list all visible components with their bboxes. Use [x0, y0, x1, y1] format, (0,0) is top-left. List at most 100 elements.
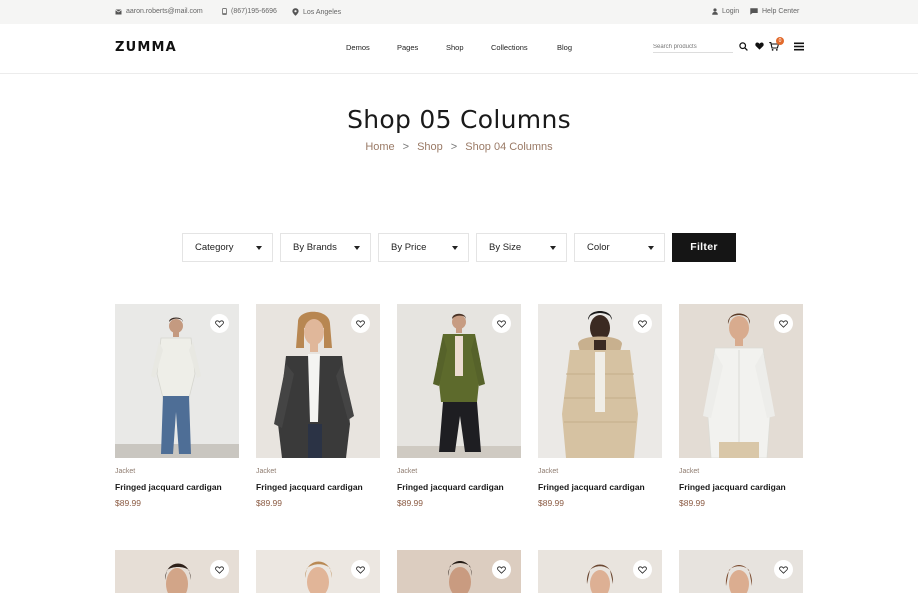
- size-select[interactable]: By Size: [476, 233, 567, 262]
- product-category: Jacket: [256, 468, 277, 475]
- help-label: Help Center: [762, 8, 800, 15]
- brands-select-label: By Brands: [293, 242, 337, 253]
- site-logo[interactable]: ZUMMA: [115, 40, 177, 55]
- product-image[interactable]: [538, 304, 662, 458]
- nav-demos[interactable]: Demos: [346, 43, 370, 52]
- product-price: $89.99: [679, 498, 705, 508]
- product-category: Jacket: [679, 468, 700, 475]
- caret-down-icon: [648, 246, 654, 250]
- product-image[interactable]: [679, 304, 803, 458]
- search-icon[interactable]: [739, 42, 748, 51]
- product-image[interactable]: [397, 550, 521, 593]
- product-card[interactable]: [256, 550, 380, 593]
- menu-icon[interactable]: [794, 42, 804, 51]
- product-card[interactable]: Jacket Fringed jacquard cardigan $89.99: [115, 304, 239, 508]
- product-card[interactable]: Jacket Fringed jacquard cardigan $89.99: [397, 304, 521, 508]
- product-image[interactable]: [397, 304, 521, 458]
- main-header: ZUMMA Demos Pages Shop Collections Blog …: [0, 24, 918, 74]
- nav-collections[interactable]: Collections: [491, 43, 528, 52]
- brands-select[interactable]: By Brands: [280, 233, 371, 262]
- product-card[interactable]: [115, 550, 239, 593]
- location-text: Los Angeles: [303, 8, 342, 16]
- heart-outline-icon: [497, 319, 506, 328]
- location-pin-icon: [292, 8, 299, 16]
- cart-count-badge: 0: [776, 37, 784, 45]
- heart-outline-icon: [215, 565, 224, 574]
- product-name[interactable]: Fringed jacquard cardigan: [256, 482, 363, 492]
- product-image[interactable]: [256, 304, 380, 458]
- heart-outline-icon: [356, 565, 365, 574]
- wishlist-button[interactable]: [351, 314, 370, 333]
- wishlist-button[interactable]: [774, 560, 793, 579]
- heart-outline-icon: [638, 319, 647, 328]
- breadcrumb-separator: >: [402, 141, 410, 153]
- page-title: Shop 05 Columns: [347, 105, 571, 134]
- caret-down-icon: [550, 246, 556, 250]
- product-price: $89.99: [115, 498, 141, 508]
- caret-down-icon: [256, 246, 262, 250]
- price-select-label: By Price: [391, 242, 427, 253]
- product-price: $89.99: [256, 498, 282, 508]
- filter-button[interactable]: Filter: [672, 233, 736, 262]
- nav-shop[interactable]: Shop: [446, 43, 464, 52]
- wishlist-button[interactable]: [492, 560, 511, 579]
- nav-pages[interactable]: Pages: [397, 43, 418, 52]
- product-image[interactable]: [679, 550, 803, 593]
- product-image[interactable]: [115, 304, 239, 458]
- contact-email[interactable]: aaron.roberts@mail.com: [115, 8, 203, 15]
- product-image[interactable]: [115, 550, 239, 593]
- wishlist-button[interactable]: [351, 560, 370, 579]
- phone-icon: [222, 8, 227, 15]
- product-image[interactable]: [256, 550, 380, 593]
- user-icon: [712, 8, 718, 15]
- category-select[interactable]: Category: [182, 233, 273, 262]
- product-card[interactable]: Jacket Fringed jacquard cardigan $89.99: [538, 304, 662, 508]
- wishlist-button[interactable]: [492, 314, 511, 333]
- login-label: Login: [722, 8, 740, 15]
- search-input[interactable]: [653, 41, 733, 53]
- product-card[interactable]: [538, 550, 662, 593]
- breadcrumb-shop[interactable]: Shop: [417, 141, 443, 153]
- login-link[interactable]: Login: [712, 8, 739, 15]
- caret-down-icon: [452, 246, 458, 250]
- product-name[interactable]: Fringed jacquard cardigan: [397, 482, 504, 492]
- wishlist-button[interactable]: [633, 560, 652, 579]
- help-center-link[interactable]: Help Center: [750, 8, 799, 15]
- category-select-label: Category: [195, 242, 234, 253]
- heart-outline-icon: [356, 319, 365, 328]
- heart-outline-icon: [779, 319, 788, 328]
- product-price: $89.99: [538, 498, 564, 508]
- heart-outline-icon: [779, 565, 788, 574]
- contact-location[interactable]: Los Angeles: [292, 8, 341, 16]
- product-card[interactable]: [397, 550, 521, 593]
- breadcrumb: Home > Shop > Shop 04 Columns: [0, 141, 918, 153]
- color-select-label: Color: [587, 242, 610, 253]
- phone-text: (867)195-6696: [231, 8, 277, 15]
- wishlist-button[interactable]: [210, 314, 229, 333]
- wishlist-button[interactable]: [774, 314, 793, 333]
- caret-down-icon: [354, 246, 360, 250]
- color-select[interactable]: Color: [574, 233, 665, 262]
- product-name[interactable]: Fringed jacquard cardigan: [115, 482, 222, 492]
- product-card[interactable]: Jacket Fringed jacquard cardigan $89.99: [256, 304, 380, 508]
- contact-phone[interactable]: (867)195-6696: [222, 8, 277, 15]
- product-category: Jacket: [538, 468, 559, 475]
- wishlist-button[interactable]: [210, 560, 229, 579]
- product-image[interactable]: [538, 550, 662, 593]
- mail-icon: [115, 9, 122, 14]
- product-card[interactable]: Jacket Fringed jacquard cardigan $89.99: [679, 304, 803, 508]
- breadcrumb-home[interactable]: Home: [365, 141, 394, 153]
- heart-outline-icon: [638, 565, 647, 574]
- product-name[interactable]: Fringed jacquard cardigan: [679, 482, 786, 492]
- email-text: aaron.roberts@mail.com: [126, 8, 203, 15]
- price-select[interactable]: By Price: [378, 233, 469, 262]
- product-card[interactable]: [679, 550, 803, 593]
- top-bar: aaron.roberts@mail.com (867)195-6696 Los…: [0, 0, 918, 24]
- product-category: Jacket: [397, 468, 418, 475]
- heart-icon[interactable]: [755, 42, 764, 50]
- size-select-label: By Size: [489, 242, 522, 253]
- wishlist-button[interactable]: [633, 314, 652, 333]
- nav-blog[interactable]: Blog: [557, 43, 572, 52]
- product-price: $89.99: [397, 498, 423, 508]
- product-name[interactable]: Fringed jacquard cardigan: [538, 482, 645, 492]
